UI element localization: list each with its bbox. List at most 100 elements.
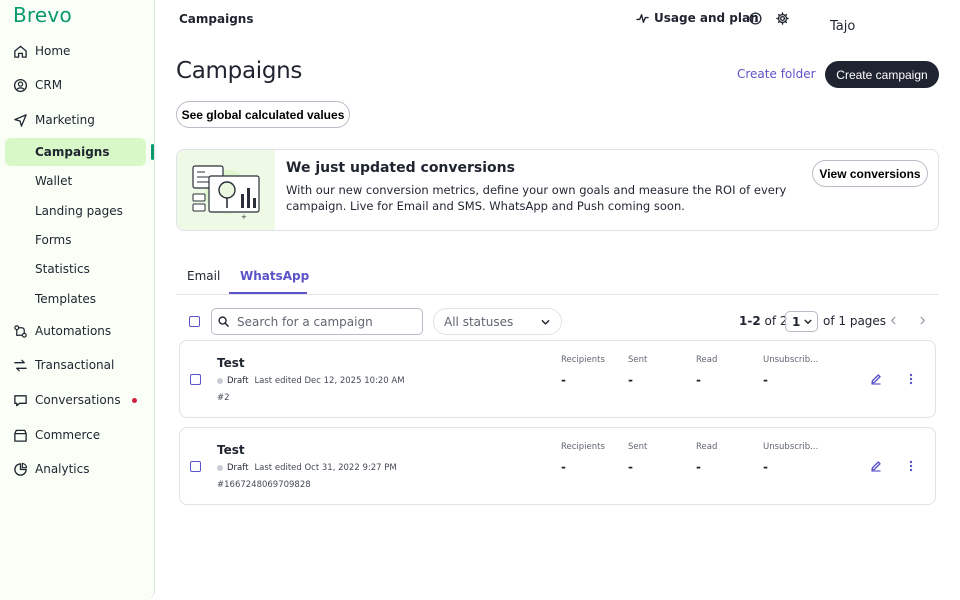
see-global-values-button[interactable]: See global calculated values — [176, 101, 350, 128]
svg-text:+: + — [241, 213, 247, 221]
sidebar-item-transactional[interactable]: Transactional — [5, 351, 146, 379]
conversions-banner: + We just updated conversions With our n… — [176, 149, 939, 231]
edit-pencil-icon[interactable] — [870, 373, 882, 385]
status-filter-select[interactable]: All statuses — [433, 308, 562, 335]
stat-header-recipients: Recipients — [561, 355, 605, 365]
sidebar-item-label: Landing pages — [35, 204, 123, 218]
sidebar-item-label: CRM — [35, 78, 63, 92]
page-number-select[interactable]: 1 — [785, 311, 818, 332]
sidebar-item-statistics[interactable]: Statistics — [5, 255, 146, 283]
search-box — [211, 308, 423, 335]
activity-icon — [636, 13, 649, 23]
campaign-meta: Draft Last edited Dec 12, 2025 10:20 AM — [217, 376, 405, 386]
status-badge: Draft — [227, 463, 249, 473]
user-account-name[interactable]: Tajo — [830, 19, 855, 34]
stat-sent: - — [628, 373, 633, 387]
campaign-checkbox[interactable] — [190, 461, 201, 472]
active-indicator — [151, 144, 154, 160]
sidebar-item-label: Forms — [35, 233, 72, 247]
stat-read: - — [696, 373, 701, 387]
send-icon — [5, 113, 35, 128]
sidebar-item-wallet[interactable]: Wallet — [5, 167, 146, 195]
chevron-right-icon[interactable] — [918, 316, 927, 325]
campaign-row[interactable]: Test Draft Last edited Oct 31, 2022 9:27… — [179, 427, 936, 505]
tab-whatsapp[interactable]: WhatsApp — [240, 269, 309, 283]
stat-recipients: - — [561, 373, 566, 387]
campaign-meta: Draft Last edited Oct 31, 2022 9:27 PM — [217, 463, 397, 473]
contacts-icon — [5, 78, 35, 93]
chat-icon — [5, 393, 35, 408]
notification-dot — [132, 398, 137, 403]
search-input[interactable] — [237, 314, 407, 329]
sidebar-item-commerce[interactable]: Commerce — [5, 421, 146, 449]
analytics-icon — [5, 462, 35, 477]
automation-icon — [5, 324, 35, 339]
stat-header-unsubscribed: Unsubscrib... — [763, 355, 819, 365]
brevo-logo[interactable]: Brevo — [13, 3, 72, 27]
stat-header-sent: Sent — [628, 355, 648, 365]
search-icon — [218, 316, 229, 327]
stat-header-sent: Sent — [628, 442, 648, 452]
stat-header-unsubscribed: Unsubscrib... — [763, 442, 819, 452]
stat-recipients: - — [561, 460, 566, 474]
pagination-range: 1-2 of 2 — [739, 314, 788, 328]
gear-icon[interactable] — [776, 12, 789, 25]
stat-unsubscribed: - — [763, 460, 768, 474]
sidebar-item-label: Transactional — [35, 358, 115, 372]
stat-header-recipients: Recipients — [561, 442, 605, 452]
sidebar: Brevo Home CRM Marketing Campaigns Walle… — [0, 0, 155, 600]
status-badge: Draft — [227, 376, 249, 386]
more-options-icon[interactable] — [906, 373, 916, 385]
campaign-name[interactable]: Test — [217, 443, 245, 457]
sidebar-item-label: Home — [35, 44, 71, 58]
sidebar-item-label: Conversations — [35, 393, 121, 407]
sidebar-item-marketing[interactable]: Marketing — [5, 106, 146, 134]
campaign-checkbox[interactable] — [190, 374, 201, 385]
usage-label: Usage and plan — [654, 11, 759, 25]
sidebar-item-label: Statistics — [35, 262, 90, 276]
stat-read: - — [696, 460, 701, 474]
sidebar-item-forms[interactable]: Forms — [5, 226, 146, 254]
sidebar-item-label: Analytics — [35, 462, 90, 476]
stat-unsubscribed: - — [763, 373, 768, 387]
view-conversions-button[interactable]: View conversions — [812, 160, 928, 187]
stat-sent: - — [628, 460, 633, 474]
sidebar-item-automations[interactable]: Automations — [5, 317, 146, 345]
commerce-icon — [5, 428, 35, 443]
stat-header-read: Read — [696, 355, 718, 365]
sidebar-item-label: Campaigns — [35, 145, 110, 159]
pagination-total-pages: of 1 pages — [823, 314, 887, 328]
header-title: Campaigns — [179, 12, 254, 26]
sidebar-item-crm[interactable]: CRM — [5, 71, 146, 99]
campaign-row[interactable]: Test Draft Last edited Dec 12, 2025 10:2… — [179, 340, 936, 418]
usage-and-plan-link[interactable]: Usage and plan — [636, 11, 759, 25]
chevron-left-icon[interactable] — [889, 316, 898, 325]
tab-email[interactable]: Email — [187, 269, 220, 283]
sidebar-item-landing-pages[interactable]: Landing pages — [5, 197, 146, 225]
campaign-name[interactable]: Test — [217, 356, 245, 370]
more-options-icon[interactable] — [906, 460, 916, 472]
select-all-checkbox[interactable] — [189, 316, 200, 327]
status-dot — [217, 465, 223, 471]
sidebar-item-campaigns[interactable]: Campaigns — [5, 138, 146, 166]
banner-illustration: + — [177, 150, 275, 230]
sidebar-item-conversations[interactable]: Conversations — [5, 386, 146, 414]
sidebar-item-label: Wallet — [35, 174, 73, 188]
create-folder-link[interactable]: Create folder — [737, 67, 816, 81]
chevron-down-icon — [541, 319, 550, 325]
help-icon[interactable] — [749, 12, 762, 25]
sidebar-item-analytics[interactable]: Analytics — [5, 455, 146, 483]
sidebar-item-label: Templates — [35, 292, 97, 306]
sidebar-item-label: Commerce — [35, 428, 101, 442]
sidebar-item-templates[interactable]: Templates — [5, 285, 146, 313]
last-edited: Last edited Oct 31, 2022 9:27 PM — [254, 463, 397, 473]
status-dot — [217, 378, 223, 384]
tabs-divider — [176, 294, 939, 295]
create-campaign-button[interactable]: Create campaign — [825, 61, 939, 88]
page-number-value: 1 — [792, 314, 801, 329]
stat-header-read: Read — [696, 442, 718, 452]
edit-pencil-icon[interactable] — [870, 460, 882, 472]
range-of: of — [764, 314, 777, 328]
sidebar-item-home[interactable]: Home — [5, 37, 146, 65]
last-edited: Last edited Dec 12, 2025 10:20 AM — [254, 376, 405, 386]
